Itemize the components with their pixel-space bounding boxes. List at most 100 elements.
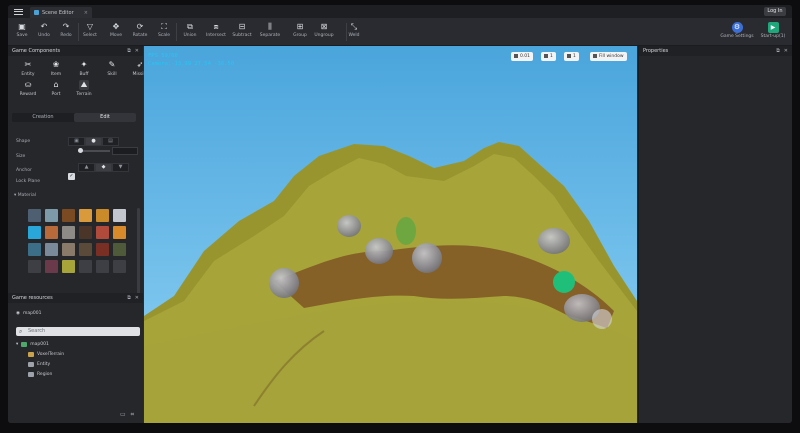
anchor-option-center-icon[interactable]: ◆ [95, 163, 112, 172]
size-input[interactable] [112, 147, 138, 155]
tab-creation[interactable]: Creation [12, 113, 74, 122]
material-swatch[interactable] [28, 209, 41, 222]
material-swatch[interactable] [79, 260, 92, 273]
component-entity[interactable]: ✂ Entity [16, 60, 40, 77]
scene-viewport[interactable]: FPS 59/60 Camera:-13.99 27.54 -36.50 0.0… [144, 46, 637, 423]
size-slider[interactable] [78, 148, 110, 153]
material-swatch[interactable] [79, 209, 92, 222]
union-button[interactable]: ⧉ Union [178, 22, 202, 38]
material-swatch[interactable] [62, 226, 75, 239]
view-mode-dropdown[interactable]: Fill window [590, 52, 627, 61]
material-swatch[interactable] [28, 260, 41, 273]
separate-button[interactable]: ⫼ Separate [258, 22, 282, 38]
popout-icon[interactable]: ⧉ [776, 48, 780, 54]
select-button[interactable]: ▽ Select [78, 22, 102, 38]
material-swatch[interactable] [113, 260, 126, 273]
material-swatch[interactable] [96, 209, 109, 222]
tab-edit[interactable]: Edit [74, 113, 136, 122]
material-swatch[interactable] [79, 243, 92, 256]
close-icon[interactable]: × [84, 10, 88, 16]
tree-item-entity[interactable]: Entity [28, 362, 50, 367]
material-swatch[interactable] [96, 260, 109, 273]
window-icon [593, 53, 597, 58]
material-swatch[interactable] [96, 226, 109, 239]
popout-icon[interactable]: ⧉ [127, 48, 131, 54]
shape-option-sphere-icon[interactable]: ● [85, 137, 102, 146]
shape-selector[interactable]: ▣ ● ▤ [68, 137, 119, 146]
group-button[interactable]: ⊞ Group [288, 22, 312, 38]
rotate-button[interactable]: ⟳ Rotate [128, 22, 152, 38]
tree-item-map[interactable]: ▾ map001 [16, 342, 49, 347]
material-swatch[interactable] [62, 209, 75, 222]
component-terrain[interactable]: ⛰ Terrain [72, 80, 96, 97]
material-swatch[interactable] [113, 209, 126, 222]
ungroup-button[interactable]: ⊠ Ungroup [312, 22, 336, 38]
scale-button[interactable]: ⛶ Scale [152, 22, 176, 38]
login-button[interactable]: Log In [764, 7, 786, 16]
eye-icon[interactable]: ◉ [16, 311, 20, 316]
camera-speed-dropdown[interactable]: 1 [564, 52, 579, 61]
component-reward[interactable]: ⛀ Reward [16, 80, 40, 97]
tree[interactable] [396, 217, 416, 245]
intersect-button[interactable]: ⧈ Intersect [204, 22, 228, 38]
material-swatch[interactable] [113, 226, 126, 239]
scale-label: Scale [157, 33, 171, 38]
slider-knob[interactable] [78, 148, 83, 153]
anchor-option-bottom-icon[interactable]: ▼ [112, 163, 129, 172]
material-swatch[interactable] [28, 243, 41, 256]
save-label: Save [16, 33, 28, 38]
folder-icon[interactable]: ▭ [120, 411, 126, 419]
material-swatch[interactable] [45, 243, 58, 256]
lock-plane-checkbox[interactable]: ✓ [68, 173, 75, 180]
material-swatch[interactable] [79, 226, 92, 239]
menu-icon[interactable] [14, 7, 23, 16]
material-swatch[interactable] [45, 260, 58, 273]
grid-icon [514, 53, 518, 58]
close-icon[interactable]: ✕ [135, 48, 139, 54]
material-swatch[interactable] [113, 243, 126, 256]
folder-icon [28, 372, 34, 377]
material-swatch[interactable] [28, 226, 41, 239]
anchor-selector[interactable]: ▲ ◆ ▼ [78, 163, 129, 172]
shape-option-cube-icon[interactable]: ▣ [68, 137, 85, 146]
grid-step-dropdown[interactable]: 0.01 [511, 52, 534, 61]
rock[interactable] [365, 238, 393, 264]
component-skill[interactable]: ✎ Skill [100, 60, 124, 77]
material-swatch[interactable] [45, 209, 58, 222]
game-settings-button[interactable]: ⚙ Game Settings [720, 22, 754, 39]
search-input[interactable]: ⌕ Search [16, 327, 140, 336]
save-button[interactable]: ▣ Save [10, 22, 34, 38]
scene-selector[interactable]: ◉ map001 [16, 311, 42, 316]
component-item[interactable]: ❀ Item [44, 60, 68, 77]
startup-button[interactable]: ▶ Start-up(1) [758, 22, 788, 39]
component-buff[interactable]: ✦ Buff [72, 60, 96, 77]
layer-dropdown[interactable]: 1 [541, 52, 556, 61]
component-port[interactable]: ⌂ Port [44, 80, 68, 97]
game-settings-label: Game Settings [720, 34, 754, 39]
terrain-render[interactable] [144, 46, 637, 423]
undo-button[interactable]: ↶ Undo [32, 22, 56, 38]
tab-scene-editor[interactable]: Scene Editor × [30, 7, 92, 18]
rock[interactable] [538, 228, 570, 254]
mode-tabs: Creation Edit [12, 113, 136, 122]
rock[interactable] [337, 215, 361, 237]
anchor-option-top-icon[interactable]: ▲ [78, 163, 95, 172]
material-swatch[interactable] [45, 226, 58, 239]
redo-button[interactable]: ↷ Redo [54, 22, 78, 38]
rock[interactable] [412, 243, 442, 273]
filter-icon[interactable]: ⌗ [131, 411, 134, 419]
material-swatch[interactable] [62, 260, 75, 273]
material-swatch[interactable] [96, 243, 109, 256]
tree-item-region[interactable]: Region [28, 372, 52, 377]
subtract-button[interactable]: ⊟ Subtract [230, 22, 254, 38]
spawn-marker[interactable] [553, 271, 575, 293]
close-icon[interactable]: ✕ [784, 48, 788, 54]
tree-item-voxel-terrain[interactable]: VoxelTerrain [28, 352, 64, 357]
shape-option-cylinder-icon[interactable]: ▤ [102, 137, 119, 146]
rock[interactable] [269, 268, 299, 298]
move-button[interactable]: ✥ Move [104, 22, 128, 38]
close-icon[interactable]: ✕ [135, 295, 139, 301]
tree-label: Region [37, 372, 53, 377]
popout-icon[interactable]: ⧉ [127, 295, 131, 301]
material-swatch[interactable] [62, 243, 75, 256]
